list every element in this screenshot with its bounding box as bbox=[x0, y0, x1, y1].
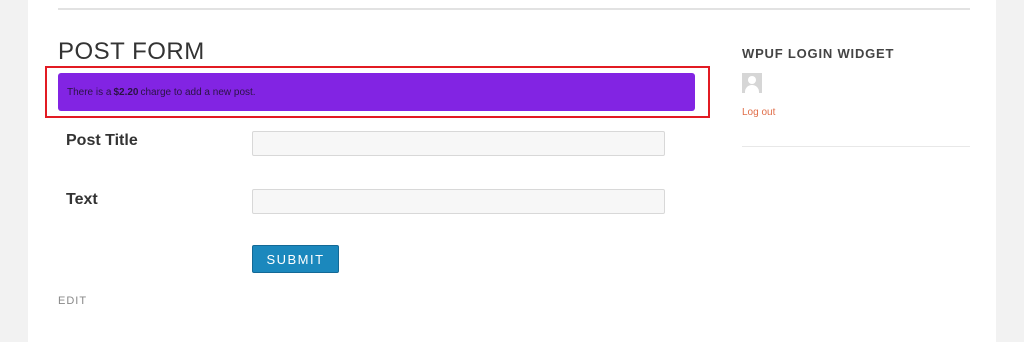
avatar-icon bbox=[742, 73, 762, 93]
header-divider bbox=[58, 8, 970, 10]
logout-link[interactable]: Log out bbox=[742, 107, 775, 118]
edit-link[interactable]: EDIT bbox=[58, 295, 87, 307]
page-title: POST FORM bbox=[58, 38, 205, 65]
avatar-body bbox=[745, 85, 759, 93]
highlight-annotation-box bbox=[45, 66, 710, 118]
post-title-label: Post Title bbox=[66, 132, 138, 149]
post-title-input[interactable] bbox=[252, 131, 665, 156]
submit-button[interactable]: SUBMIT bbox=[252, 245, 339, 273]
widget-divider bbox=[742, 146, 970, 147]
widget-title: WPUF LOGIN WIDGET bbox=[742, 46, 895, 61]
avatar-head bbox=[748, 76, 756, 84]
text-input[interactable] bbox=[252, 189, 665, 214]
text-label: Text bbox=[66, 191, 98, 208]
